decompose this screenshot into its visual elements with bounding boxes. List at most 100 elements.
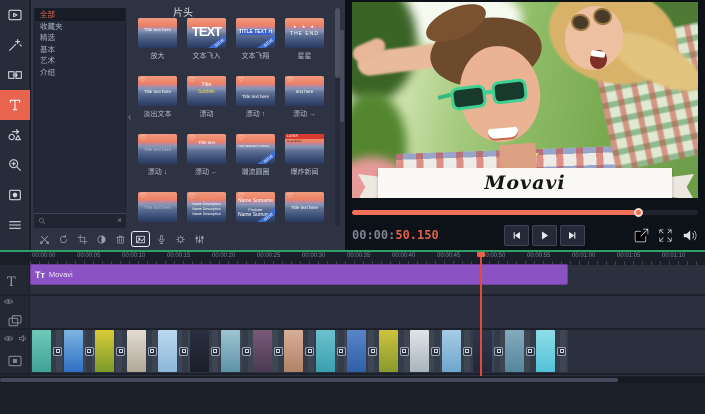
audio-levels-button[interactable] bbox=[191, 231, 207, 247]
favorite-heart-icon[interactable] bbox=[287, 76, 293, 85]
fullscreen-button[interactable] bbox=[657, 227, 674, 244]
video-clip[interactable] bbox=[32, 330, 64, 372]
video-clip[interactable] bbox=[379, 330, 411, 372]
overlay-track-mute-button[interactable] bbox=[17, 333, 28, 344]
image-tool-button-active[interactable] bbox=[131, 231, 150, 247]
category-item[interactable]: 收藏夹 bbox=[35, 21, 125, 33]
transition-icon[interactable] bbox=[368, 347, 377, 356]
video-clip[interactable] bbox=[190, 330, 222, 372]
template-grid-scrollbar[interactable] bbox=[335, 8, 340, 226]
play-button[interactable] bbox=[532, 225, 557, 246]
next-frame-button[interactable] bbox=[560, 225, 585, 246]
title-template-tile[interactable]: Title text here 漂动 ↓ bbox=[133, 134, 182, 192]
title-template-tile[interactable]: Name Description Name Description Name D… bbox=[182, 192, 231, 228]
title-template-tile[interactable]: Title text here bbox=[133, 192, 182, 228]
category-scrollbar[interactable] bbox=[340, 30, 344, 122]
sidebar-item-media[interactable] bbox=[0, 0, 30, 30]
category-item[interactable]: 艺术 bbox=[35, 55, 125, 67]
transition-icon[interactable] bbox=[431, 347, 440, 356]
transition-icon[interactable] bbox=[85, 347, 94, 356]
title-template-tile[interactable]: TEXT NEW 文本飞入 bbox=[182, 18, 231, 76]
title-template-tile[interactable]: THE PERFECT INTRO NEW 潮流圆圈 bbox=[231, 134, 280, 192]
video-clip[interactable] bbox=[95, 330, 127, 372]
video-clip[interactable] bbox=[284, 330, 316, 372]
title-template-tile[interactable]: TITLE TEXT H NEW 文本飞翔 bbox=[231, 18, 280, 76]
title-template-tile[interactable]: Title text here 淡出文本 bbox=[133, 76, 182, 134]
title-template-tile[interactable]: Subtitle Title 漂动 bbox=[182, 76, 231, 134]
ruler-label: 00:00:30 bbox=[302, 253, 347, 259]
favorite-heart-icon[interactable] bbox=[140, 76, 146, 85]
video-clip[interactable] bbox=[64, 330, 96, 372]
favorite-heart-icon[interactable] bbox=[140, 134, 146, 143]
rotate-button[interactable] bbox=[55, 231, 71, 247]
transition-icon[interactable] bbox=[494, 347, 503, 356]
video-clip[interactable] bbox=[505, 330, 537, 372]
sidebar-item-transitions[interactable] bbox=[0, 60, 30, 90]
clip-settings-button[interactable] bbox=[172, 231, 188, 247]
title-template-tile[interactable]: Title text here 放大 bbox=[133, 18, 182, 76]
video-clip[interactable] bbox=[536, 330, 568, 372]
favorite-heart-icon[interactable] bbox=[238, 76, 244, 85]
video-clip[interactable] bbox=[347, 330, 379, 372]
video-clip[interactable] bbox=[410, 330, 442, 372]
video-clip[interactable] bbox=[473, 330, 505, 372]
search-clear-icon[interactable]: × bbox=[117, 217, 122, 225]
sidebar-item-more-tools[interactable] bbox=[0, 210, 30, 240]
transition-icon[interactable] bbox=[53, 347, 62, 356]
transition-icon[interactable] bbox=[179, 347, 188, 356]
overlay-track-visibility-button[interactable] bbox=[3, 333, 14, 344]
sidebar-item-filters[interactable] bbox=[0, 30, 30, 60]
title-track-visibility-button[interactable] bbox=[3, 296, 14, 307]
category-item[interactable]: 基本 bbox=[35, 44, 125, 56]
favorite-heart-icon[interactable] bbox=[287, 192, 293, 201]
transition-icon[interactable] bbox=[305, 347, 314, 356]
share-frame-button[interactable] bbox=[633, 227, 650, 244]
title-template-tile[interactable]: text here 漂动 → bbox=[280, 76, 329, 134]
transition-icon[interactable] bbox=[116, 347, 125, 356]
video-clip[interactable] bbox=[158, 330, 190, 372]
video-clip[interactable] bbox=[442, 330, 474, 372]
video-clip[interactable] bbox=[316, 330, 348, 372]
transition-icon[interactable] bbox=[274, 347, 283, 356]
sidebar-item-callouts[interactable] bbox=[0, 120, 30, 150]
sidebar-item-pan-zoom[interactable] bbox=[0, 150, 30, 180]
transition-icon[interactable] bbox=[211, 347, 220, 356]
video-clip[interactable] bbox=[127, 330, 159, 372]
favorite-heart-icon[interactable] bbox=[238, 134, 244, 143]
seek-handle[interactable] bbox=[634, 208, 643, 217]
playhead[interactable] bbox=[480, 252, 482, 376]
title-template-tile[interactable]: Name Surname Producer Name Surname Direc… bbox=[231, 192, 280, 228]
transition-icon[interactable] bbox=[526, 347, 535, 356]
title-template-tile[interactable]: Title text here bbox=[280, 192, 329, 228]
preview-video-frame[interactable]: Movavi bbox=[352, 2, 698, 198]
video-clip[interactable] bbox=[253, 330, 285, 372]
sidebar-item-crop[interactable] bbox=[0, 180, 30, 210]
transition-icon[interactable] bbox=[337, 347, 346, 356]
transition-icon[interactable] bbox=[557, 347, 566, 356]
category-item[interactable]: 精选 bbox=[35, 32, 125, 44]
volume-button[interactable] bbox=[681, 227, 698, 244]
video-clip[interactable] bbox=[221, 330, 253, 372]
color-adjust-button[interactable] bbox=[93, 231, 109, 247]
transition-icon[interactable] bbox=[242, 347, 251, 356]
category-item[interactable]: 介绍 bbox=[35, 67, 125, 79]
transition-icon[interactable] bbox=[148, 347, 157, 356]
title-template-tile[interactable]: Title text 漂动 ← bbox=[182, 134, 231, 192]
title-template-tile[interactable]: Description LATER 爆炸新闻 bbox=[280, 134, 329, 192]
transition-icon[interactable] bbox=[463, 347, 472, 356]
category-item[interactable]: 全部 bbox=[35, 9, 125, 21]
delete-button[interactable] bbox=[112, 231, 128, 247]
title-clip-movavi[interactable]: Tт Movavi bbox=[30, 264, 568, 285]
sidebar-item-titles[interactable] bbox=[0, 90, 30, 120]
transition-icon[interactable] bbox=[400, 347, 409, 356]
seek-bar[interactable] bbox=[352, 210, 698, 215]
favorite-heart-icon[interactable] bbox=[140, 192, 146, 201]
record-audio-button[interactable] bbox=[153, 231, 169, 247]
title-template-tile[interactable]: Title text here 漂动 ↑ bbox=[231, 76, 280, 134]
search-field[interactable]: × bbox=[34, 213, 126, 228]
crop-button[interactable] bbox=[74, 231, 90, 247]
collapse-panel-button[interactable]: ‹ bbox=[128, 112, 131, 123]
previous-frame-button[interactable] bbox=[504, 225, 529, 246]
cut-button[interactable] bbox=[36, 231, 52, 247]
title-template-tile[interactable]: ★ ★ ★ THE END 星星 bbox=[280, 18, 329, 76]
